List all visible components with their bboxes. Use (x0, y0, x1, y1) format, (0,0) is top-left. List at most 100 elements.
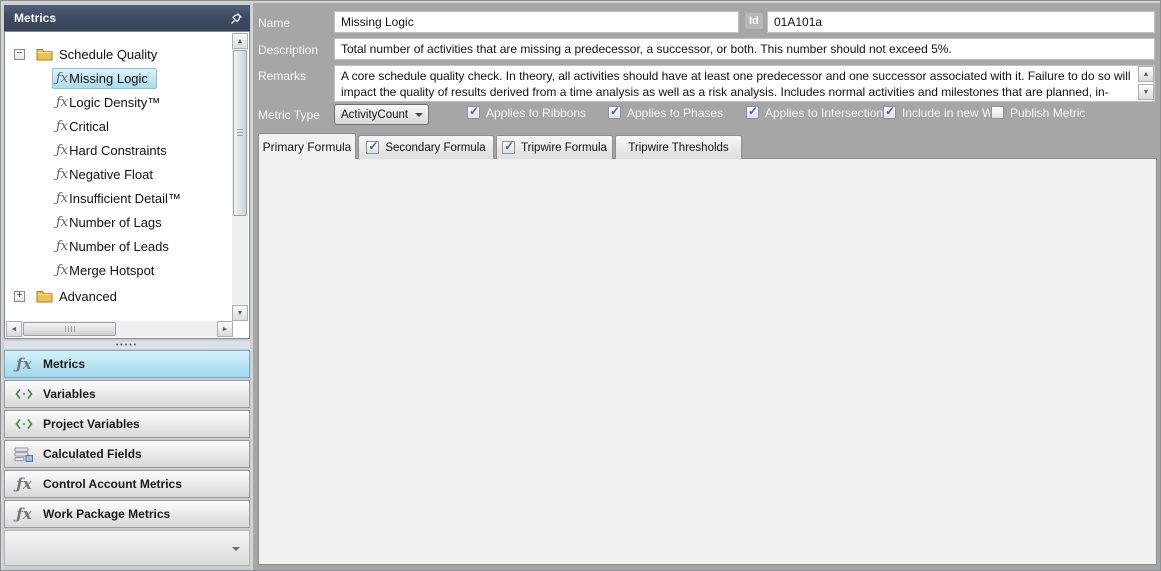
checkbox-icon (883, 106, 896, 119)
checkbox-icon (467, 106, 480, 119)
id-value: 01A101a (774, 15, 822, 29)
fx-icon (14, 505, 34, 523)
metric-type-value: ActivityCount (341, 109, 408, 121)
id-label: Id (745, 13, 763, 29)
fx-icon (56, 263, 68, 278)
fx-icon (56, 143, 68, 158)
sidebar-item-calculated-fields[interactable]: Calculated Fields (4, 440, 250, 468)
checkbox-label: Include in new Workbo (902, 106, 990, 120)
fx-icon (56, 167, 68, 182)
checkbox-icon[interactable] (502, 141, 515, 154)
folder-icon (36, 289, 53, 303)
tab-secondary-formula[interactable]: Secondary Formula (358, 135, 494, 159)
fx-icon (14, 475, 34, 493)
nav-label: Work Package Metrics (43, 507, 170, 521)
tree-item-label: Number of Leads (69, 239, 169, 254)
splitter-handle[interactable] (4, 341, 250, 349)
scroll-up-button[interactable] (232, 33, 248, 49)
tab-primary-formula[interactable]: Primary Formula (258, 133, 356, 159)
sidebar-item-work-package-metrics[interactable]: Work Package Metrics (4, 500, 250, 528)
tab-tripwire-formula[interactable]: Tripwire Formula (496, 135, 613, 159)
collapse-icon[interactable] (14, 49, 25, 60)
checkbox-icon (608, 106, 621, 119)
checkbox-label: Applies to Intersection (765, 106, 883, 120)
tree-item-number-of-lags[interactable]: Number of Lags (52, 212, 171, 233)
tree-item-number-of-leads[interactable]: Number of Leads (52, 236, 178, 257)
tree-item-missing-logic[interactable]: Missing Logic (52, 68, 157, 89)
nav-label: Control Account Metrics (43, 477, 182, 491)
tab-label: Secondary Formula (385, 142, 485, 154)
tree-item-label: Insufficient Detail™ (69, 191, 181, 206)
nav-label: Project Variables (43, 417, 140, 431)
scroll-left-button[interactable] (6, 321, 22, 337)
tree-item-merge-hotspot[interactable]: Merge Hotspot (52, 260, 163, 281)
tree-item-hard-constraints[interactable]: Hard Constraints (52, 140, 176, 161)
tree-folder-advanced[interactable]: Advanced (36, 286, 117, 306)
nav-overflow-button[interactable] (232, 547, 240, 551)
remarks-textarea[interactable]: A core schedule quality check. In theory… (334, 65, 1155, 102)
applies-to-ribbons-checkbox[interactable]: Applies to Ribbons (467, 105, 586, 120)
remarks-label: Remarks (258, 69, 306, 83)
remarks-scroll-down-button[interactable] (1138, 84, 1154, 100)
fx-icon (14, 355, 34, 373)
chevron-down-icon (415, 113, 423, 117)
tab-tripwire-thresholds[interactable]: Tripwire Thresholds (615, 135, 742, 159)
fx-icon (56, 239, 68, 254)
applies-to-phases-checkbox[interactable]: Applies to Phases (608, 105, 723, 120)
tree-folder-schedule-quality[interactable]: Schedule Quality (36, 44, 157, 64)
metric-type-label: Metric Type (258, 108, 320, 122)
hscroll-thumb[interactable] (23, 322, 116, 336)
checkbox-label: Applies to Ribbons (486, 106, 586, 120)
sidebar-item-variables[interactable]: Variables (4, 380, 250, 408)
tree-folder-label: Advanced (59, 289, 117, 304)
sidebar-header: Metrics (4, 5, 250, 31)
fx-icon (56, 95, 68, 110)
publish-metric-checkbox[interactable]: Publish Metric (991, 105, 1085, 120)
tab-label: Tripwire Thresholds (628, 142, 728, 154)
tree-item-label: Negative Float (69, 167, 153, 182)
fx-icon (56, 71, 68, 86)
sidebar-title: Metrics (14, 11, 56, 25)
metric-type-dropdown[interactable]: ActivityCount (334, 104, 429, 125)
tab-label: Primary Formula (263, 140, 352, 154)
nav-label: Calculated Fields (43, 447, 142, 461)
scroll-right-button[interactable] (217, 321, 233, 337)
tree-item-label: Missing Logic (69, 71, 148, 86)
tree-item-logic-density[interactable]: Logic Density™ (52, 92, 169, 113)
scroll-down-button[interactable] (232, 305, 248, 321)
description-label: Description (258, 43, 318, 57)
checkbox-icon[interactable] (366, 141, 379, 154)
tab-label: Tripwire Formula (521, 142, 607, 154)
nav-label: Metrics (43, 357, 85, 371)
folder-icon (36, 47, 53, 61)
name-label: Name (258, 16, 290, 30)
tree-item-label: Logic Density™ (69, 95, 160, 110)
sidebar-item-project-variables[interactable]: Project Variables (4, 410, 250, 438)
applies-to-intersection-checkbox[interactable]: Applies to Intersection (746, 105, 883, 120)
tree-item-insufficient-detail[interactable]: Insufficient Detail™ (52, 188, 190, 209)
nav-overflow-area (4, 530, 250, 566)
remarks-scroll-up-button[interactable] (1138, 66, 1154, 82)
name-input[interactable]: Missing Logic (334, 11, 739, 33)
expand-icon[interactable] (14, 291, 25, 302)
tree-item-label: Number of Lags (69, 215, 162, 230)
id-input[interactable]: 01A101a (767, 11, 1155, 33)
nav-label: Variables (43, 387, 96, 401)
fx-icon (56, 215, 68, 230)
tree-item-negative-float[interactable]: Negative Float (52, 164, 162, 185)
tree-item-label: Hard Constraints (69, 143, 167, 158)
description-input[interactable]: Total number of activities that are miss… (334, 38, 1155, 60)
metrics-tree: Schedule Quality Missing Logic Logic Den… (4, 31, 250, 339)
checkbox-label: Applies to Phases (627, 106, 723, 120)
vscroll-thumb[interactable] (233, 50, 247, 216)
tree-item-label: Critical (69, 119, 109, 134)
sidebar-item-control-account-metrics[interactable]: Control Account Metrics (4, 470, 250, 498)
include-in-new-workbooks-checkbox[interactable]: Include in new Workbo (883, 105, 990, 120)
variables-icon (14, 387, 34, 401)
tree-item-critical[interactable]: Critical (52, 116, 118, 137)
fx-icon (56, 119, 68, 134)
name-value: Missing Logic (341, 15, 414, 29)
checkbox-label: Publish Metric (1010, 106, 1085, 120)
auto-hide-pin-icon[interactable] (230, 12, 243, 25)
sidebar-item-metrics[interactable]: Metrics (4, 350, 250, 378)
